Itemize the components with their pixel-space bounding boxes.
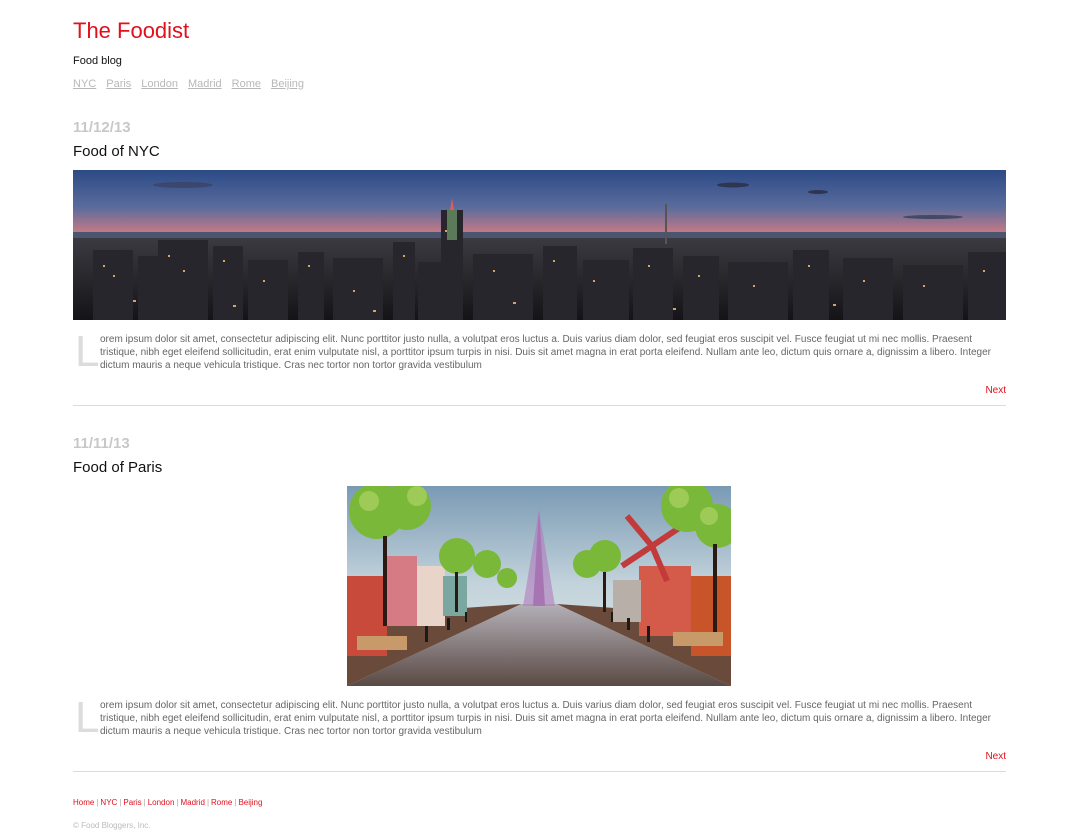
separator: | [206, 798, 210, 807]
top-nav-link-madrid[interactable]: Madrid [188, 78, 222, 90]
next-link[interactable]: Next [985, 385, 1006, 397]
post-body: orem ipsum dolor sit amet, consectetur a… [100, 700, 992, 737]
divider [73, 405, 1006, 406]
top-nav-link-paris[interactable]: Paris [106, 78, 131, 90]
post-date: 11/11/13 [73, 435, 130, 452]
footer-link-london[interactable]: London [148, 798, 175, 807]
site-tagline: Food blog [73, 55, 122, 67]
copyright: © Food Bloggers, Inc. [73, 821, 151, 830]
next-link[interactable]: Next [985, 751, 1006, 763]
separator: | [143, 798, 146, 807]
separator: | [96, 798, 99, 807]
footer-link-paris[interactable]: Paris [123, 798, 141, 807]
dropcap: L [75, 693, 100, 742]
top-nav-link-london[interactable]: London [141, 78, 178, 90]
paris-food-image [347, 486, 731, 686]
post-body: orem ipsum dolor sit amet, consectetur a… [100, 334, 992, 371]
top-nav-link-nyc[interactable]: NYC [73, 78, 96, 90]
footer-link-madrid[interactable]: Madrid [180, 798, 204, 807]
nyc-skyline-image [73, 170, 1006, 320]
site-title[interactable]: The Foodist [73, 18, 189, 44]
footer-link-beijing[interactable]: Beijing [238, 798, 262, 807]
top-nav-link-beijing[interactable]: Beijing [271, 78, 304, 90]
top-nav: NYC Paris London Madrid Rome Beijing [73, 77, 314, 91]
separator: | [176, 798, 179, 807]
page: The Foodist Food blog NYC Paris London Madr… [0, 0, 1070, 839]
separator: | [234, 798, 237, 807]
post-title[interactable]: Food of NYC [73, 143, 160, 161]
dropcap: L [75, 327, 100, 376]
post-date: 11/12/13 [73, 119, 131, 136]
footer-link-nyc[interactable]: NYC [100, 798, 117, 807]
footer-link-rome[interactable]: Rome [211, 798, 232, 807]
divider [73, 771, 1006, 772]
post-title[interactable]: Food of Paris [73, 459, 162, 477]
top-nav-link-rome[interactable]: Rome [232, 78, 261, 90]
footer-link-home[interactable]: Home [73, 798, 94, 807]
separator: | [119, 798, 122, 807]
footer-nav: Home | NYC | Paris | London | Madrid | Rome | Beijin… [73, 797, 262, 808]
